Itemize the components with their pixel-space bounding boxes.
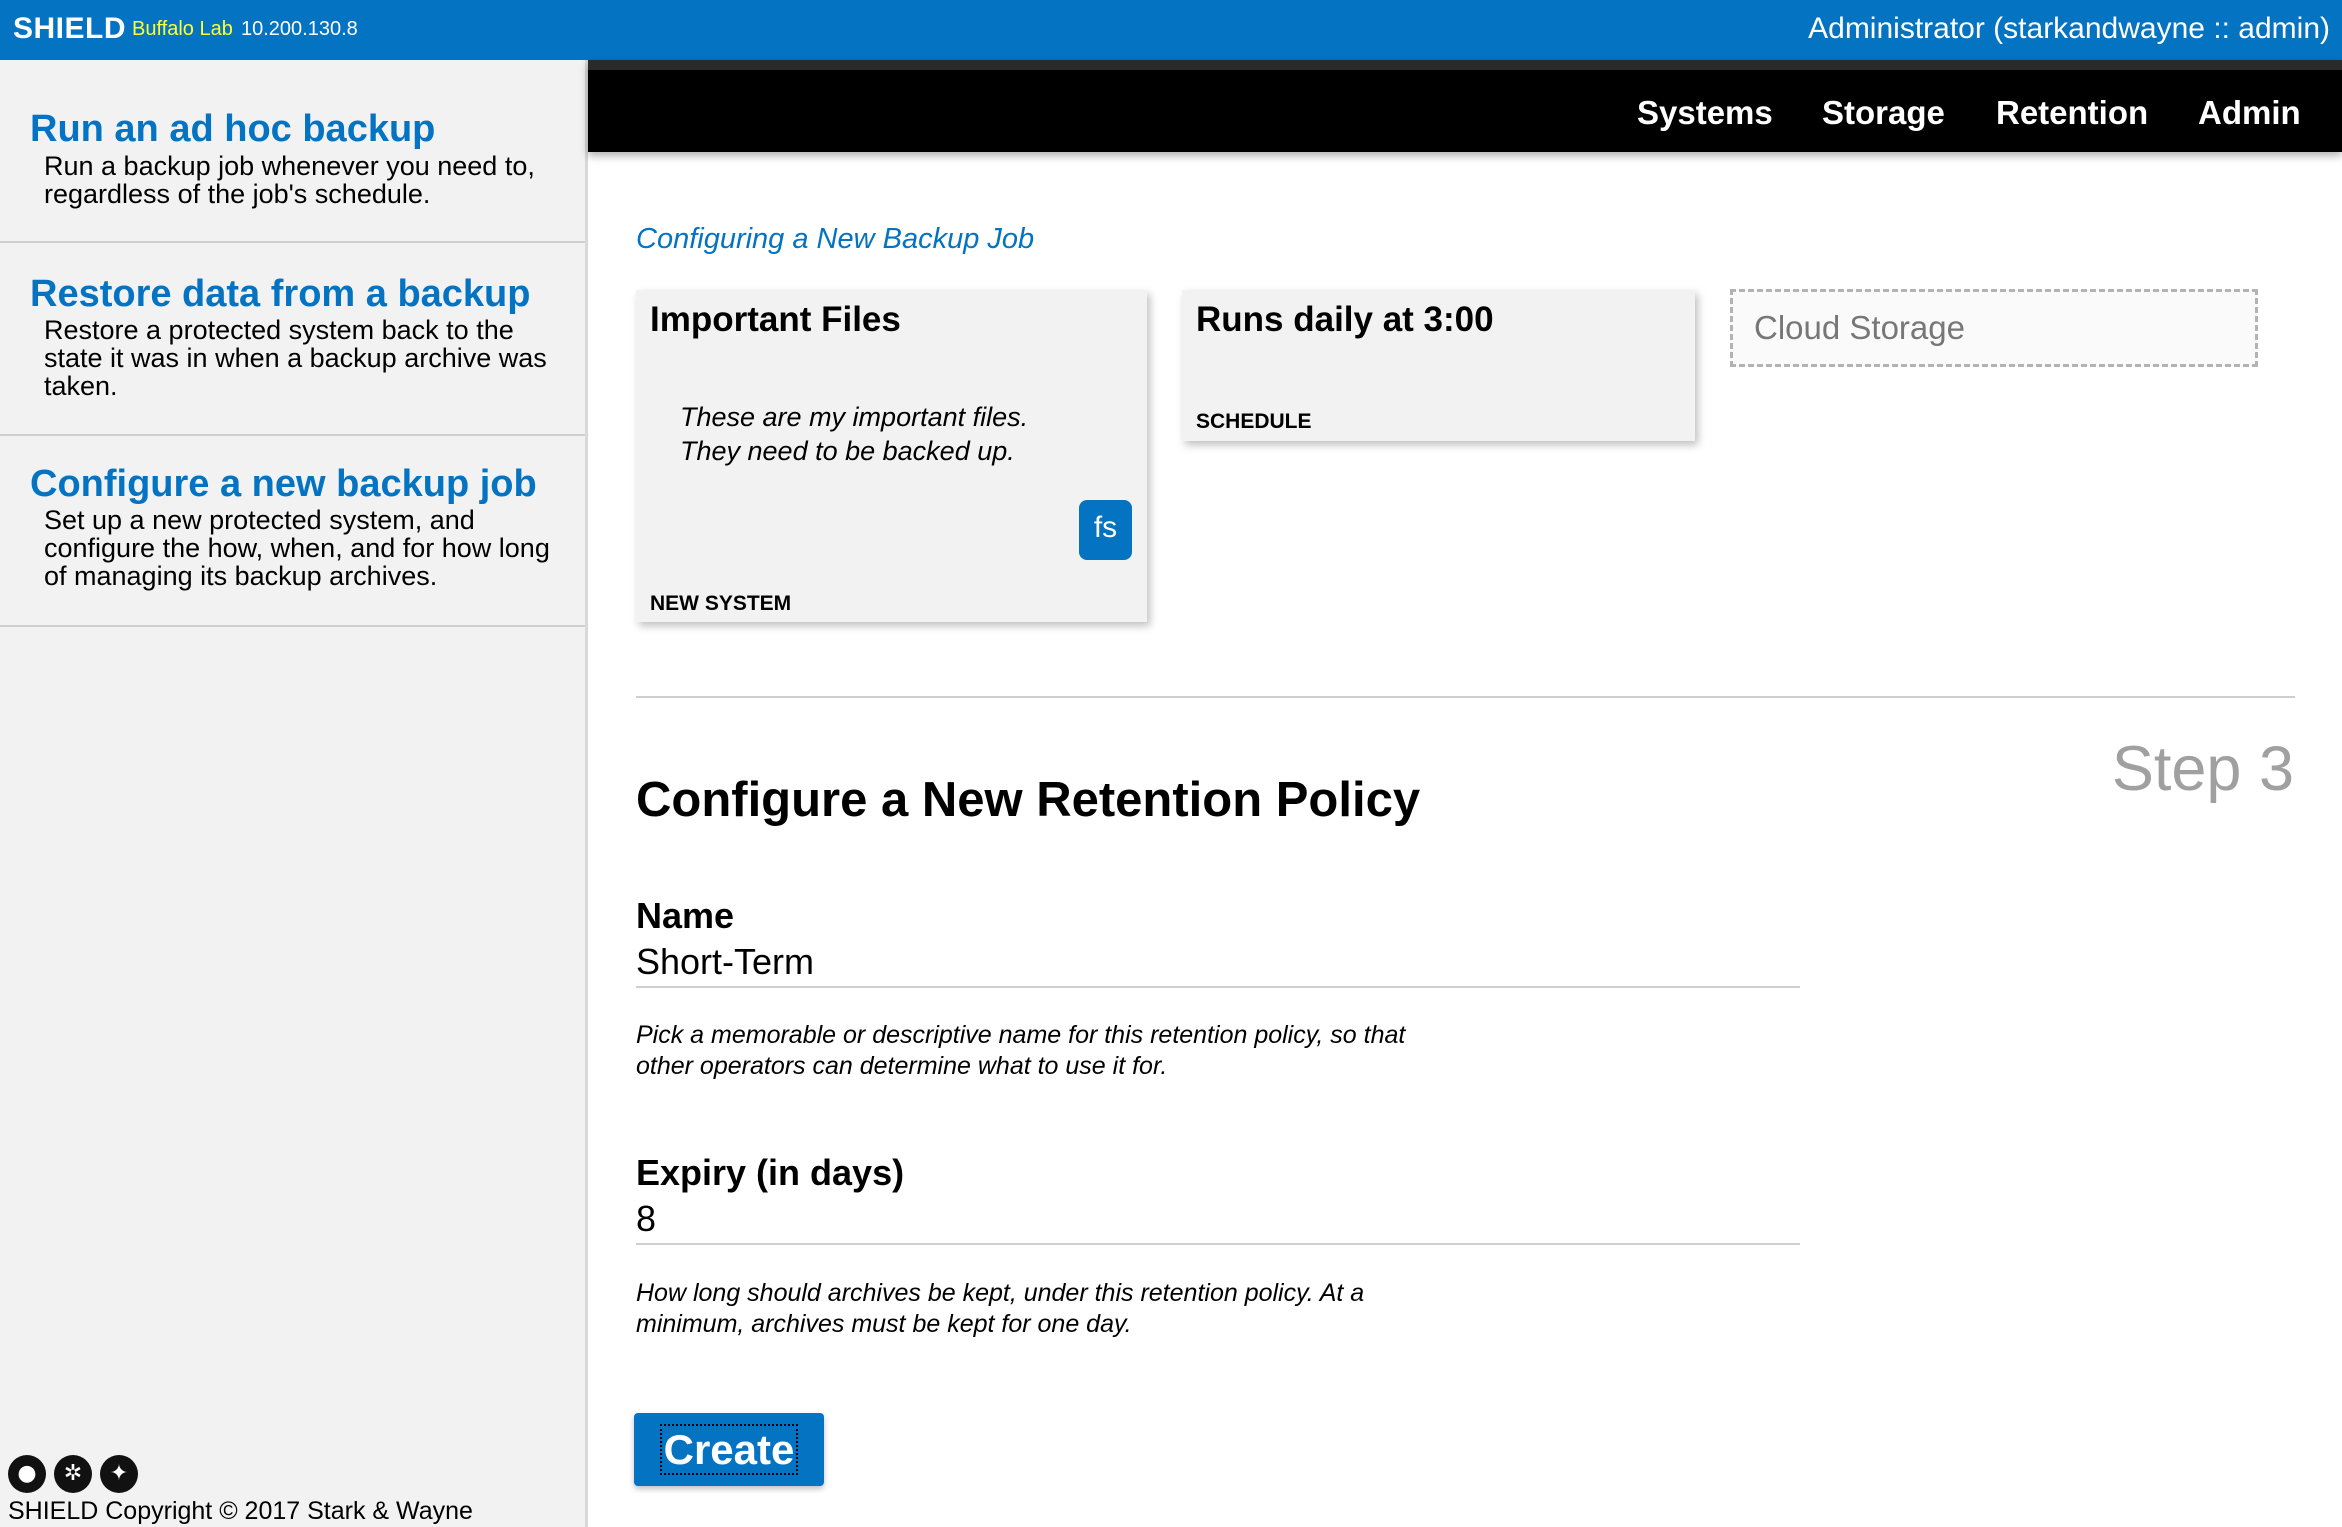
step-indicator: Step 3 — [2111, 734, 2294, 804]
sidebar-item-restore[interactable]: Restore data from a backup Restore a pro… — [0, 243, 585, 436]
name-help-text: Pick a memorable or descriptive name for… — [636, 1021, 1406, 1080]
environment-ip: 10.200.130.8 — [241, 18, 358, 40]
settings-icon[interactable]: ✲ — [54, 1455, 92, 1493]
name-label: Name — [636, 895, 735, 936]
expiry-help-text: How long should archives be kept, under … — [636, 1279, 1365, 1338]
page-title: Configure a New Retention Policy — [636, 773, 1421, 827]
plugin-badge: fs — [1079, 500, 1132, 560]
sidebar-item-adhoc-backup[interactable]: Run an ad hoc backup Run a backup job wh… — [0, 60, 585, 243]
system-desc-line: These are my important files. — [680, 402, 1029, 432]
twitter-icon[interactable]: ✦ — [100, 1455, 138, 1493]
storage-card-placeholder[interactable]: Cloud Storage — [1730, 289, 2258, 367]
storage-card-label: Cloud Storage — [1754, 309, 1965, 346]
system-card-description: These are my important files. They need … — [680, 400, 1028, 468]
schedule-card-title: Runs daily at 3:00 — [1196, 300, 1494, 339]
section-divider — [636, 696, 2295, 698]
user-menu[interactable]: Administrator (starkandwayne :: admin) — [1808, 12, 2330, 46]
nav-retention[interactable]: Retention — [1996, 94, 2148, 132]
sidebar-item-title[interactable]: Restore data from a backup — [30, 273, 530, 316]
top-bar: SHIELD Buffalo Lab 10.200.130.8 Administ… — [0, 0, 2342, 60]
sidebar-item-description: Run a backup job whenever you need to, r… — [44, 151, 535, 209]
brand-logo[interactable]: SHIELD — [13, 12, 126, 46]
system-card-title: Important Files — [650, 300, 901, 339]
create-button[interactable]: Create — [634, 1413, 824, 1486]
nav-systems[interactable]: Systems — [1637, 94, 1773, 132]
sidebar-item-description: Restore a protected system back to the s… — [44, 315, 547, 401]
sidebar-item-title[interactable]: Configure a new backup job — [30, 463, 537, 506]
expiry-input[interactable] — [636, 1195, 1800, 1245]
schedule-card[interactable]: Runs daily at 3:00 SCHEDULE — [1182, 290, 1695, 441]
nav-admin[interactable]: Admin — [2198, 94, 2301, 132]
sidebar-item-title[interactable]: Run an ad hoc backup — [30, 108, 435, 151]
create-button-label: Create — [659, 1423, 799, 1475]
system-card[interactable]: Important Files These are my important f… — [636, 290, 1147, 622]
sidebar-item-description: Set up a new protected system, and confi… — [44, 505, 550, 591]
breadcrumb: Configuring a New Backup Job — [636, 223, 1035, 255]
system-card-label: NEW SYSTEM — [650, 592, 792, 615]
social-links: ● ✲ ✦ — [8, 1455, 146, 1495]
main-nav: Systems Storage Retention Admin — [588, 60, 2342, 152]
copyright: SHIELD Copyright © 2017 Stark & Wayne — [8, 1497, 473, 1525]
system-desc-line: They need to be backed up. — [680, 436, 1015, 466]
nav-storage[interactable]: Storage — [1822, 94, 1945, 132]
github-icon[interactable]: ● — [8, 1455, 46, 1493]
schedule-card-label: SCHEDULE — [1196, 410, 1312, 433]
sidebar-item-configure-job[interactable]: Configure a new backup job Set up a new … — [0, 436, 585, 627]
expiry-label: Expiry (in days) — [636, 1152, 905, 1193]
environment-name: Buffalo Lab — [132, 18, 233, 40]
name-input[interactable] — [636, 938, 1800, 988]
sidebar: Run an ad hoc backup Run a backup job wh… — [0, 60, 588, 1527]
